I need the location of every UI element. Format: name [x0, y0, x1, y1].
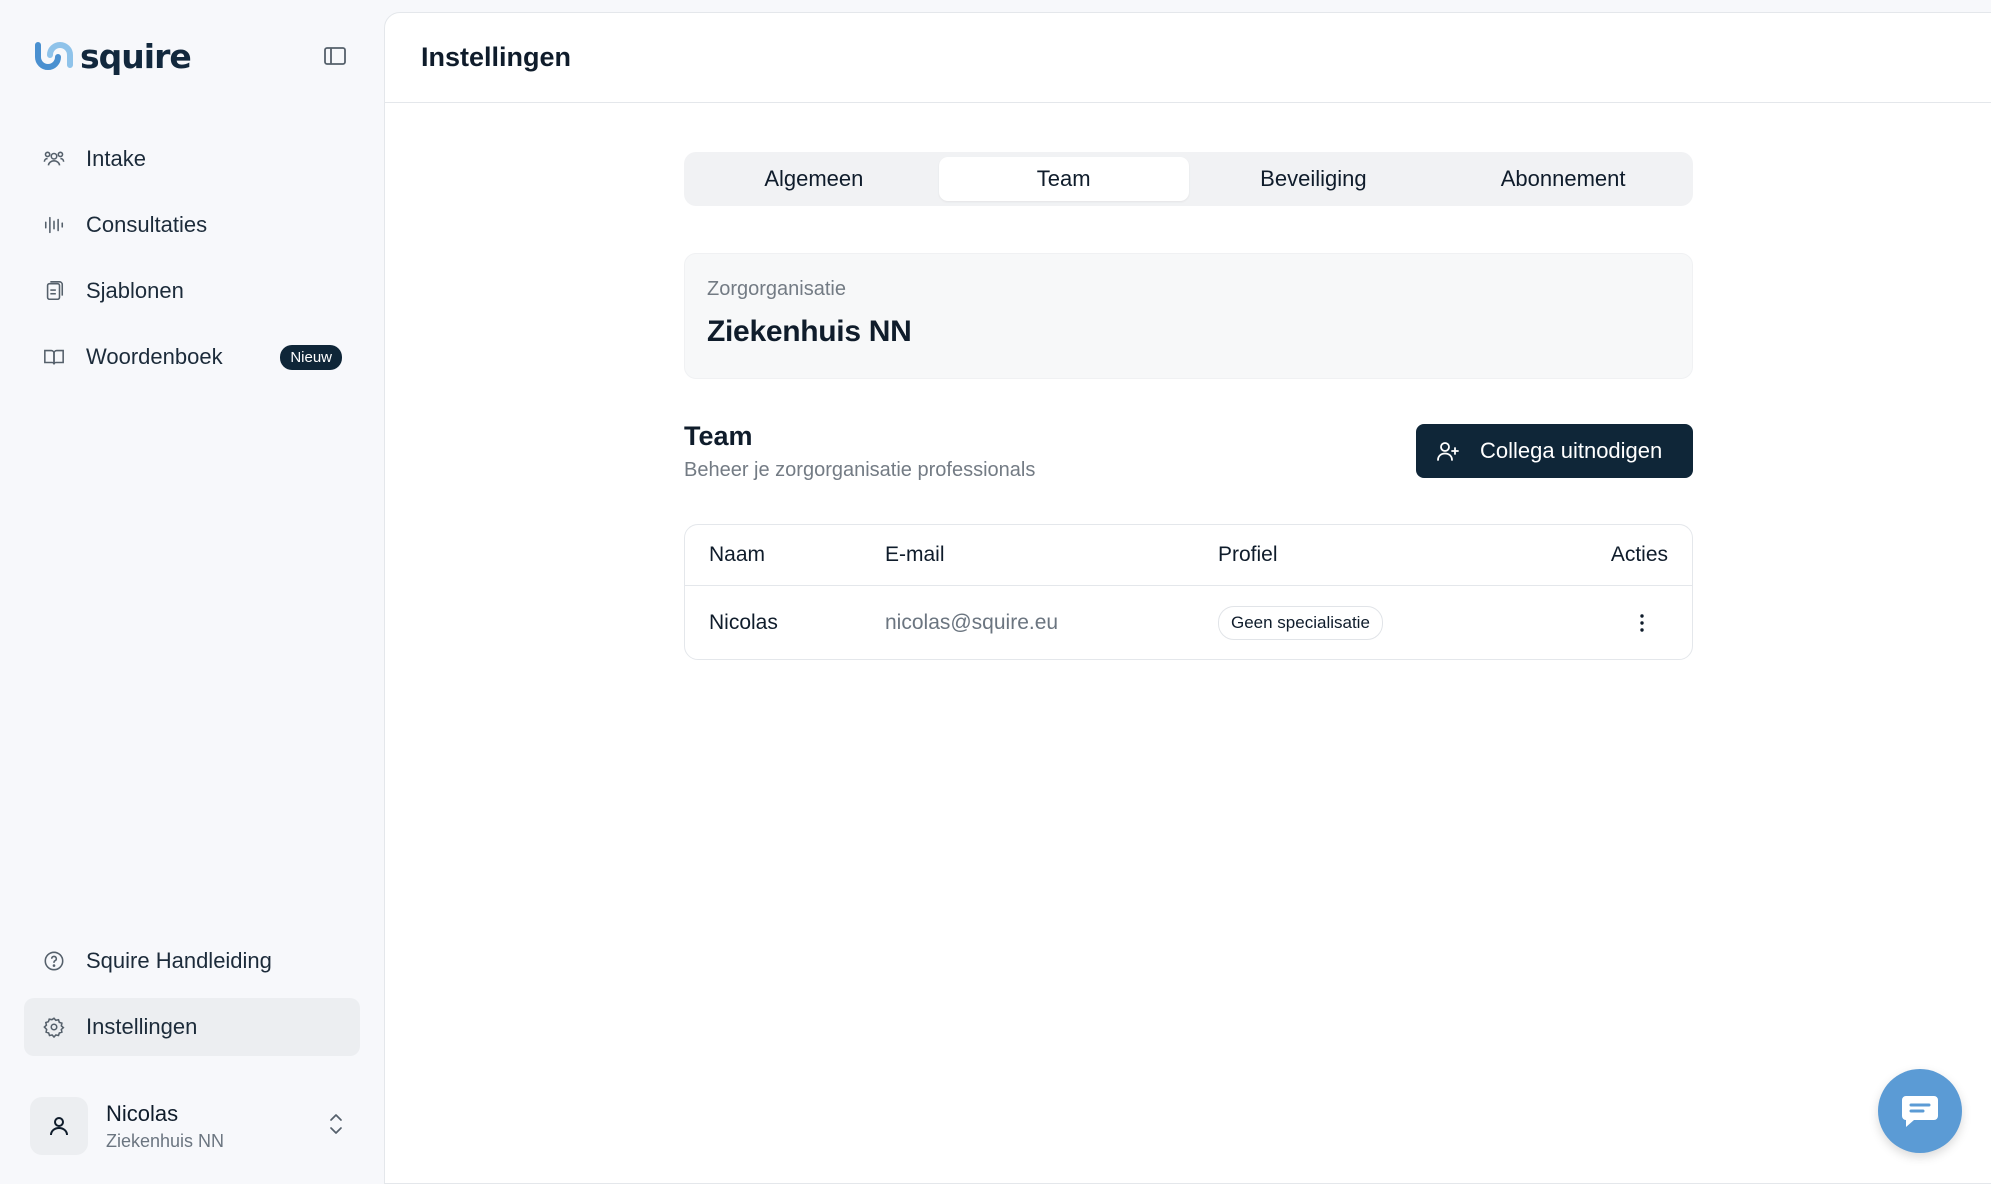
- column-header-acties: Acties: [1610, 543, 1668, 566]
- squire-logo-icon: [35, 42, 73, 70]
- user-menu[interactable]: Nicolas Ziekenhuis NN: [30, 1096, 354, 1156]
- sidebar-item-woordenboek[interactable]: Woordenboek Nieuw: [24, 328, 360, 386]
- column-header-naam: Naam: [709, 543, 766, 566]
- sidebar-item-handleiding[interactable]: Squire Handleiding: [24, 932, 360, 990]
- invite-colleague-button[interactable]: Collega uitnodigen: [1416, 424, 1693, 478]
- table-row: Nicolas nicolas@squire.eu Geen specialis…: [685, 586, 1692, 659]
- member-email: nicolas@squire.eu: [885, 611, 1059, 634]
- user-icon: [50, 1117, 68, 1136]
- page-title: Instellingen: [421, 42, 572, 72]
- organization-card: Zorgorganisatie Ziekenhuis NN: [684, 253, 1693, 379]
- team-table: Naam E-mail Profiel Acties Nicolas nicol…: [684, 524, 1693, 660]
- waveform-icon: [42, 213, 66, 237]
- member-name: Nicolas: [709, 611, 778, 634]
- column-header-email: E-mail: [885, 543, 945, 566]
- sidebar-toggle-icon: [324, 47, 346, 65]
- sidebar-bottom-nav: Squire Handleiding Instellingen: [24, 932, 360, 1064]
- logo-text: squire: [80, 36, 192, 76]
- more-vertical-icon: [1640, 614, 1644, 632]
- user-name: Nicolas: [106, 1100, 179, 1126]
- profile-tag: Geen specialisatie: [1218, 606, 1383, 640]
- page-header: Instellingen: [385, 13, 1991, 103]
- sidebar-item-label: Intake: [86, 146, 146, 171]
- help-icon: [42, 949, 66, 973]
- sidebar-toggle-button[interactable]: [323, 46, 349, 68]
- sidebar-item-label: Woordenboek: [86, 344, 223, 369]
- team-section-title: Team: [684, 421, 753, 451]
- settings-tabs: Algemeen Team Beveiliging Abonnement: [684, 152, 1693, 206]
- chevron-up-down-icon: [328, 1111, 344, 1142]
- tab-algemeen[interactable]: Algemeen: [689, 157, 939, 201]
- sidebar-item-label: Sjablonen: [86, 278, 184, 303]
- row-actions-menu-button[interactable]: [1632, 611, 1652, 635]
- organization-name: Ziekenhuis NN: [707, 315, 912, 348]
- gear-icon: [42, 1015, 66, 1039]
- user-org: Ziekenhuis NN: [106, 1130, 225, 1151]
- sidebar-item-consultaties[interactable]: Consultaties: [24, 196, 360, 254]
- sidebar-item-instellingen[interactable]: Instellingen: [24, 998, 360, 1056]
- tab-beveiliging[interactable]: Beveiliging: [1189, 157, 1439, 201]
- book-icon: [42, 345, 66, 369]
- new-badge: Nieuw: [280, 344, 342, 370]
- sidebar: squire Intake Consultaties Sjablonen Woo…: [0, 0, 384, 1184]
- sidebar-item-sjablonen[interactable]: Sjablonen: [24, 262, 360, 320]
- sidebar-item-label: Instellingen: [86, 1014, 198, 1039]
- avatar: [30, 1097, 88, 1155]
- user-info: Nicolas Ziekenhuis NN: [106, 1101, 224, 1152]
- sidebar-item-label: Consultaties: [86, 212, 208, 237]
- user-plus-icon: [1437, 442, 1459, 461]
- column-header-profiel: Profiel: [1218, 543, 1278, 566]
- sidebar-nav: Intake Consultaties Sjablonen Woordenboe…: [24, 130, 360, 394]
- tab-abonnement[interactable]: Abonnement: [1438, 157, 1688, 201]
- users-icon: [42, 147, 66, 171]
- chat-icon: [1902, 1096, 1938, 1127]
- table-header: Naam E-mail Profiel Acties: [685, 525, 1692, 586]
- document-icon: [42, 279, 66, 303]
- organization-label: Zorgorganisatie: [707, 278, 846, 300]
- sidebar-item-intake[interactable]: Intake: [24, 130, 360, 188]
- chat-support-button[interactable]: [1878, 1069, 1962, 1153]
- invite-colleague-label: Collega uitnodigen: [1480, 438, 1663, 463]
- team-section-subtitle: Beheer je zorgorganisatie professionals: [684, 459, 1036, 481]
- tab-team[interactable]: Team: [938, 157, 1189, 201]
- logo[interactable]: squire: [34, 36, 192, 76]
- sidebar-item-label: Squire Handleiding: [86, 948, 272, 973]
- main-panel: Instellingen Algemeen Team Beveiliging A…: [384, 12, 1991, 1184]
